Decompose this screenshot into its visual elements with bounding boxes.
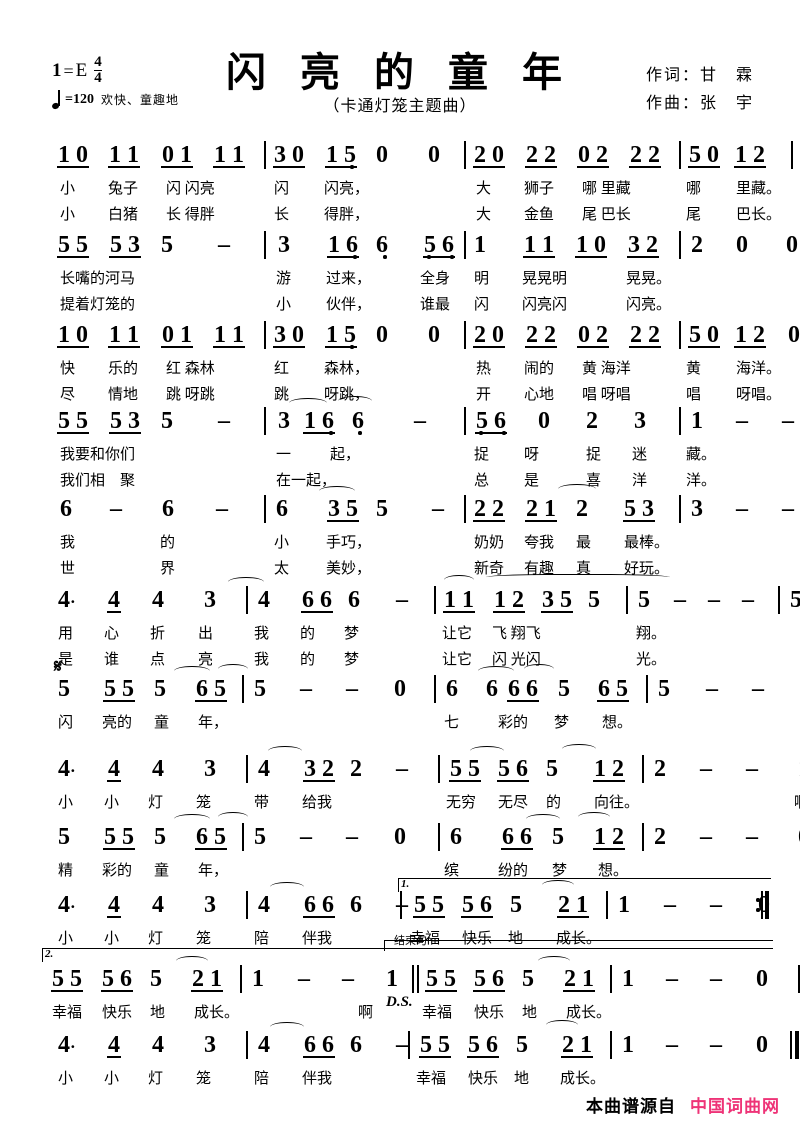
lyric-row-verse1: 小 小 灯 笼 带 给我 无穷 无尽 的 向往。 啊: [58, 795, 800, 811]
composer-credit: 作曲：张 宇: [645, 95, 754, 112]
music-system-9: 5 5 5 5 6 5 5 – – 0 6 6 6 5 1 2 2 – – 0 …: [46, 812, 800, 884]
footer-site-name[interactable]: 中国词曲网: [690, 1092, 780, 1117]
lyric-row-verse2: 是 谁 点 亮 我 的 梦 让它 闪 光闪 光。: [58, 652, 667, 668]
footer-source-label: 本曲谱源自: [586, 1097, 676, 1116]
time-sig-denominator: 4: [94, 69, 102, 86]
volta-2-label: 2.: [45, 948, 54, 960]
tempo-value: =120: [65, 91, 94, 107]
music-system-6: 4· 4 4 3 4 6 6 6 – 1 1 1 2 3 5 5 5 – – –…: [46, 574, 800, 673]
note-row: 4· 4 4 3 4 6 6 6 – 5 5 5 6 5 2 1 1 – – 0: [46, 880, 770, 922]
mood-label: 欢快、童趣地: [100, 93, 179, 107]
quarter-note-icon: [51, 90, 63, 110]
lyric-row-verse1: 我要和你们 一 起， 捉 呀 捉 迷 藏。: [60, 447, 717, 463]
key-equals: =: [63, 60, 74, 81]
key-label: 1: [52, 60, 62, 81]
note-row: 5 5 5 3 5 – 3 1 6 6 5 6 1 1 1 1 0 3 2 2 …: [46, 228, 798, 262]
ending-phrase-bracket: [384, 940, 773, 951]
lyricist-credit: 作词：甘 霖: [645, 67, 754, 84]
note-row: 6 – 6 – 6 3 5 5 – 2 2 2 1 2 5 3 3 – – 0: [46, 484, 794, 526]
key-value: E: [75, 60, 88, 81]
music-system-7: 𝄋 5 5 5 5 6 5 5 – – 0 6 6 6 6 5 6 5 5 – …: [46, 656, 764, 736]
note-row: 4· 4 4 3 4 3 2 2 – 5 5 5 6 5 1 2 2 – – 1: [46, 744, 800, 786]
music-system-3: 1 0 1 1 0 1 1 1 3 0 1 5 0 0 2 0 2 2 0 2 …: [46, 318, 800, 408]
music-system-8: 4· 4 4 3 4 3 2 2 – 5 5 5 6 5 1 2 2 – – 1…: [46, 744, 800, 816]
time-sig-numerator: 4: [94, 54, 102, 71]
lyric-row-verse1: 我 的 小 手巧， 奶奶 夸我 最 最棒。: [60, 535, 670, 551]
note-row: 𝄋 5 5 5 5 6 5 5 – – 0 6 6 6 6 5 6 5 5 – …: [46, 656, 764, 706]
lyric-row-verse1: 闪 亮的 童 年， 七 彩的 梦 想。: [58, 715, 633, 731]
lyric-row-verse1: 长嘴的河马 游 过来， 全身 明 晃晃明 晃晃。: [60, 271, 672, 287]
note-row: 1 0 1 1 0 1 1 1 3 0 1 5 0 0 2 0 2 2 0 2 …: [46, 138, 793, 172]
music-system-12: 4· 4 4 3 4 6 6 6 – 5 5 5 6 5 2 1 1 – – 0…: [46, 1020, 799, 1092]
note-row: 5 5 5 3 5 – 3 1 6 6 – 5 6 0 2 3 1 – – 0: [46, 396, 794, 438]
lyric-row-verse1: 快 乐的 红 森林 红 森林， 热 闹的 黄 海洋 黄 海洋。: [60, 361, 782, 377]
sheet-music-page: 闪 亮 的 童 年 （卡通灯笼主题曲） 1 = E 4 4 =120 欢快、童趣…: [0, 0, 800, 1131]
music-system-5: 6 – 6 – 6 3 5 5 – 2 2 2 1 2 5 3 3 – – 0 …: [46, 484, 794, 582]
note-row: 5 5 5 6 5 2 1 1 – – 1 5 5 5 6 5 2 1 1 – …: [46, 956, 800, 996]
key-tempo-block: 1 = E 4 4 =120 欢快、童趣地: [51, 55, 179, 110]
time-signature: 4 4: [94, 55, 102, 85]
lyric-row-verse2: 小 白猪 长 得胖 长 得胖， 大 金鱼 尾 巴长 尾 巴长。: [60, 207, 782, 223]
credits-block: 作词：甘 霖 作曲：张 宇: [646, 62, 754, 118]
lyric-row-verse1: 小 兔子 闪 闪亮 闪 闪亮， 大 狮子 哪 里藏 哪 里藏。: [60, 181, 782, 197]
music-system-11: 2. 结束句 5 5 5 6 5 2 1 1 – – 1 5 5 5 6 5 2…: [42, 935, 800, 1026]
note-row: 4· 4 4 3 4 6 6 6 – 5 5 5 6 5 2 1 1 – – 0: [46, 1020, 799, 1062]
ds-marking: D.S.: [386, 994, 413, 1010]
note-row: 4· 4 4 3 4 6 6 6 – 1 1 1 2 3 5 5 5 – – –…: [46, 574, 800, 617]
lyric-row-verse2: 提着灯笼的 小 伙伴， 谁最 闪 闪亮闪 闪亮。: [60, 297, 672, 313]
music-system-1: 1 0 1 1 0 1 1 1 3 0 1 5 0 0 2 0 2 2 0 2 …: [46, 138, 793, 228]
music-system-4: 5 5 5 3 5 – 3 1 6 6 – 5 6 0 2 3 1 – – 0 …: [46, 396, 794, 494]
note-row: 1 0 1 1 0 1 1 1 3 0 1 5 0 0 2 0 2 2 0 2 …: [46, 318, 800, 352]
music-system-2: 5 5 5 3 5 – 3 1 6 6 5 6 1 1 1 1 0 3 2 2 …: [46, 228, 798, 318]
lyric-row-verse1: 小 小 灯 笼 陪 伴我 幸福 快乐 地 成长。: [58, 1071, 606, 1087]
ending-phrase-label: 结束句: [394, 935, 427, 947]
lyric-row-verse1: 幸福 快乐 地 成长。 啊 D.S. 幸福 快乐 地 成长。: [52, 994, 612, 1021]
double-barline: [412, 965, 420, 993]
footer-source: 本曲谱源自 中国词曲网: [586, 1092, 780, 1117]
final-barline: [790, 1031, 799, 1059]
lyric-row-verse2: 我们相 聚 在一起， 总 是 喜 洋 洋。: [60, 473, 717, 489]
lyric-row-verse1: 用 心 折 出 我 的 梦 让它 飞 翔飞 翔。 啊: [58, 626, 667, 642]
note-row: 5 5 5 5 6 5 5 – – 0 6 6 6 5 1 2 2 – – 0: [46, 812, 800, 854]
